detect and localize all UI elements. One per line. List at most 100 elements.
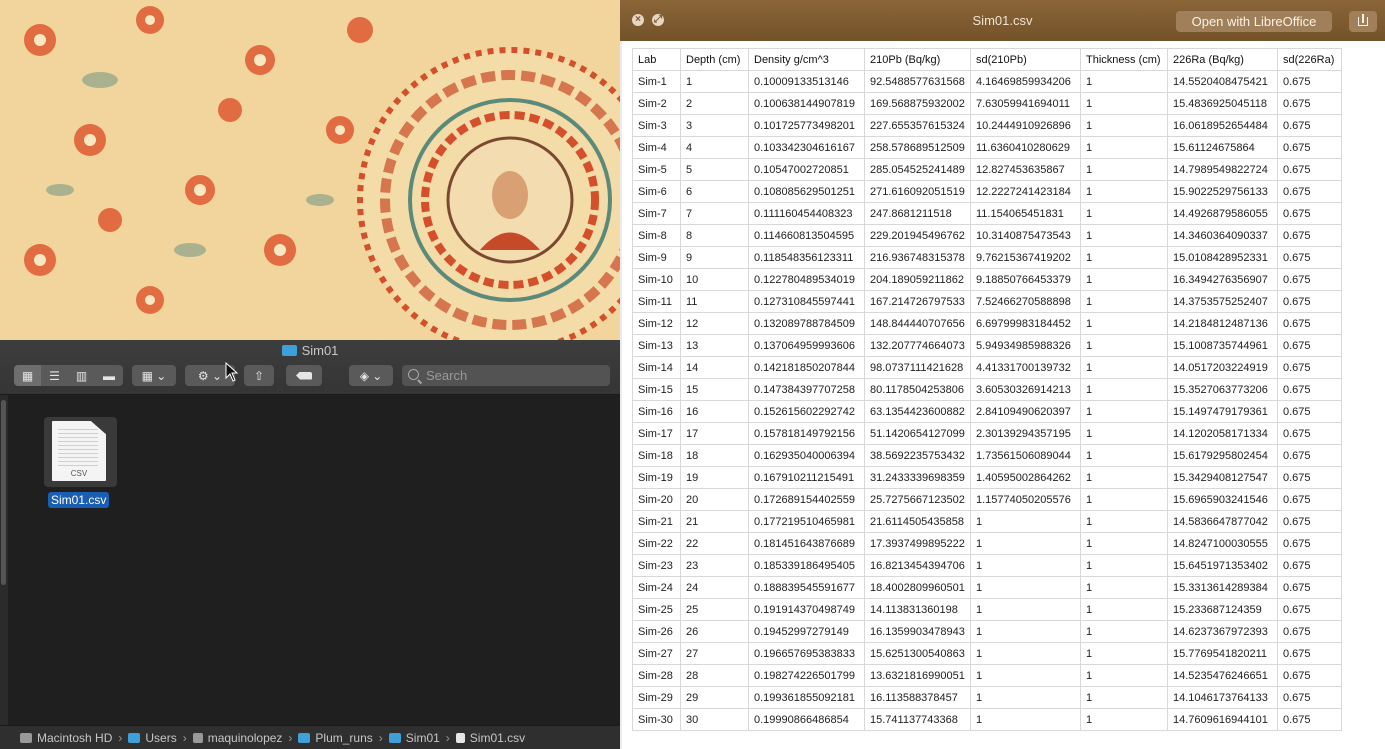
- scrollbar-thumb[interactable]: [1, 400, 6, 585]
- table-cell: Sim-17: [632, 422, 681, 445]
- path-bar: Macintosh HD › Users › maquinolopez › Plum_…: [0, 725, 620, 749]
- table-cell: 271.616092051519: [864, 180, 971, 203]
- table-cell: 12.827453635867: [970, 158, 1081, 181]
- table-cell: 16.1359903478943: [864, 620, 971, 643]
- table-row: Sim-27 27 0.196657695383833 15.625130054086…: [632, 642, 1342, 665]
- table-cell: 5.94934985988326: [970, 334, 1081, 357]
- gallery-view-button[interactable]: ▬: [95, 365, 123, 386]
- path-item-sim01[interactable]: Sim01 ›: [388, 731, 456, 745]
- table-cell: 0.675: [1277, 422, 1342, 445]
- table-cell: 38.5692235753432: [864, 444, 971, 467]
- table-row: Sim-10 10 0.122780489534019 204.18905921186…: [632, 268, 1342, 291]
- table-cell: 15.233687124359: [1167, 598, 1278, 621]
- table-row: Sim-25 25 0.191914370498749 14.113831360198…: [632, 598, 1342, 621]
- table-cell: 1: [1080, 290, 1168, 313]
- table-cell: 0.19452997279149: [748, 620, 865, 643]
- table-row: Sim-13 13 0.137064959993606 132.20777466407…: [632, 334, 1342, 357]
- table-cell: 1: [970, 620, 1081, 643]
- column-header: Depth (cm): [680, 48, 749, 71]
- table-cell: 51.1420654127099: [864, 422, 971, 445]
- gallery-icon: ▬: [103, 368, 115, 383]
- table-cell: 15.1497479179361: [1167, 400, 1278, 423]
- table-cell: 0.19990866486854: [748, 708, 865, 731]
- table-cell: 1: [970, 510, 1081, 533]
- icon-view-button[interactable]: ▦: [14, 365, 42, 386]
- share-button[interactable]: ⇧: [244, 365, 274, 386]
- table-cell: 0.675: [1277, 708, 1342, 731]
- table-row: Sim-29 29 0.199361855092181 16.113588378457…: [632, 686, 1342, 709]
- path-item-file[interactable]: Sim01.csv: [455, 731, 525, 745]
- path-item-plum-runs[interactable]: Plum_runs ›: [298, 731, 388, 745]
- table-cell: Sim-22: [632, 532, 681, 555]
- columns-icon: ▥: [75, 368, 88, 383]
- path-item-users[interactable]: Users ›: [128, 731, 192, 745]
- path-item-disk[interactable]: Macintosh HD ›: [20, 731, 128, 745]
- table-cell: 15.4836925045118: [1167, 92, 1278, 115]
- table-cell: 0.675: [1277, 488, 1342, 511]
- table-cell: 0.675: [1277, 180, 1342, 203]
- dropbox-icon: ◈ ⌄: [359, 368, 383, 383]
- table-cell: Sim-24: [632, 576, 681, 599]
- table-cell: 12: [680, 312, 749, 335]
- table-cell: 0.675: [1277, 334, 1342, 357]
- table-cell: 1: [1080, 312, 1168, 335]
- table-cell: 1: [1080, 488, 1168, 511]
- table-cell: 14.113831360198: [864, 598, 971, 621]
- table-cell: 15.6179295802454: [1167, 444, 1278, 467]
- table-cell: 18: [680, 444, 749, 467]
- column-view-button[interactable]: ▥: [68, 365, 96, 386]
- table-cell: 1: [1080, 532, 1168, 555]
- table-cell: 1: [1080, 356, 1168, 379]
- table-cell: 1: [970, 686, 1081, 709]
- tag-icon: [296, 371, 312, 380]
- table-cell: 132.207774664073: [864, 334, 971, 357]
- table-cell: 0.675: [1277, 686, 1342, 709]
- file-item[interactable]: CSV: [44, 417, 117, 487]
- path-item-home[interactable]: maquinolopez ›: [192, 731, 299, 745]
- group-by-button[interactable]: ▦ ⌄: [132, 365, 176, 386]
- table-cell: 0.675: [1277, 356, 1342, 379]
- file-name-label[interactable]: Sim01.csv: [48, 492, 110, 508]
- search-icon: [408, 369, 419, 380]
- table-cell: 3: [680, 114, 749, 137]
- table-cell: 14.1046173764133: [1167, 686, 1278, 709]
- table-cell: 26: [680, 620, 749, 643]
- table-cell: 15.3527063773206: [1167, 378, 1278, 401]
- finder-file-area: CSV Sim01.csv: [0, 395, 620, 725]
- table-cell: 14: [680, 356, 749, 379]
- list-view-button[interactable]: ☰: [41, 365, 69, 386]
- table-cell: 6: [680, 180, 749, 203]
- table-cell: Sim-18: [632, 444, 681, 467]
- table-cell: 1: [1080, 268, 1168, 291]
- table-cell: 7.52466270588898: [970, 290, 1081, 313]
- table-row: Sim-16 16 0.152615602292742 63.135442360088…: [632, 400, 1342, 423]
- table-cell: 0.198274226501799: [748, 664, 865, 687]
- table-cell: 0.675: [1277, 136, 1342, 159]
- table-row: Sim-24 24 0.188839545591677 18.400280996050…: [632, 576, 1342, 599]
- dropbox-button[interactable]: ◈ ⌄: [349, 365, 393, 386]
- tag-button[interactable]: [286, 365, 322, 386]
- search-input[interactable]: Search: [402, 365, 610, 386]
- column-header: 210Pb (Bq/kg): [864, 48, 971, 71]
- table-cell: 14.7989549822724: [1167, 158, 1278, 181]
- table-cell: 1: [1080, 114, 1168, 137]
- table-cell: 0.675: [1277, 202, 1342, 225]
- table-cell: 0.185339186495405: [748, 554, 865, 577]
- table-cell: 29: [680, 686, 749, 709]
- table-cell: 0.675: [1277, 466, 1342, 489]
- table-cell: 1: [1080, 466, 1168, 489]
- table-cell: 0.675: [1277, 290, 1342, 313]
- table-cell: Sim-14: [632, 356, 681, 379]
- table-cell: 2.84109490620397: [970, 400, 1081, 423]
- table-cell: 0.111160454408323: [748, 202, 865, 225]
- column-header: Thickness (cm): [1080, 48, 1168, 71]
- table-cell: 0.157818149792156: [748, 422, 865, 445]
- table-cell: 0.137064959993606: [748, 334, 865, 357]
- table-cell: 1: [1080, 620, 1168, 643]
- table-cell: Sim-15: [632, 378, 681, 401]
- mouse-cursor-icon: [225, 362, 239, 382]
- open-with-libreoffice-button[interactable]: Open with LibreOffice: [1176, 11, 1332, 32]
- table-cell: 0.675: [1277, 400, 1342, 423]
- share-button[interactable]: [1349, 11, 1377, 32]
- table-cell: 1: [1080, 708, 1168, 731]
